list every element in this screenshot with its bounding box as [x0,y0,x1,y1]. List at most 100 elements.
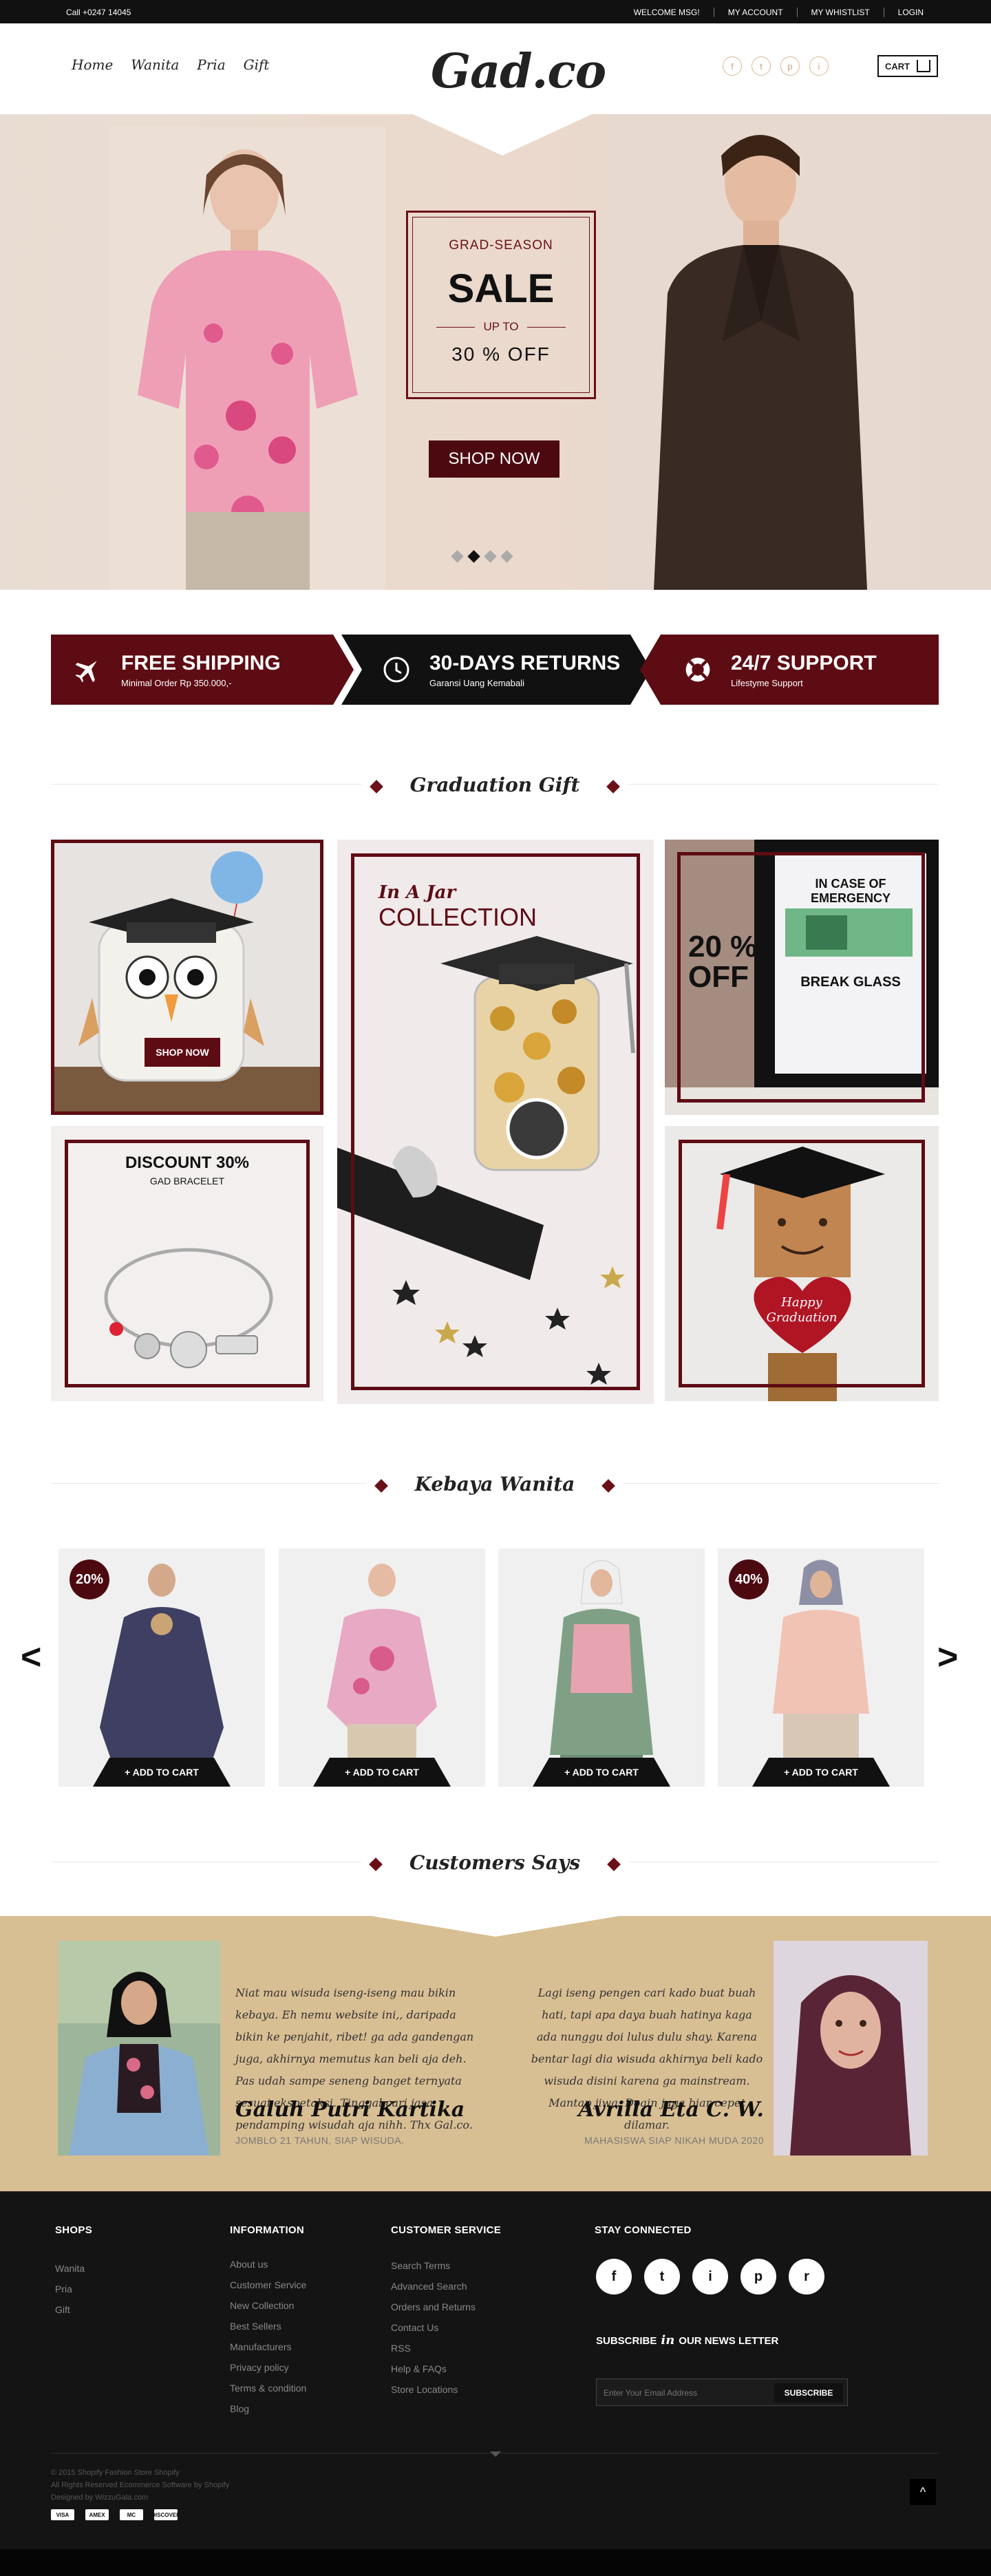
instagram-icon[interactable]: i [692,2259,728,2295]
my-account-link[interactable]: MY ACCOUNT [713,8,797,17]
slide-dot-2[interactable] [467,550,480,563]
welcome-link[interactable]: WELCOME MSG! [620,8,714,17]
add-to-cart-button[interactable]: + ADD TO CART [313,1758,451,1787]
graduation-box-tile[interactable]: Happy Graduation [665,1126,939,1401]
feature-sub: Minimal Order Rp 350.000,- [121,677,232,688]
slide-dot-4[interactable] [500,550,513,563]
newsletter-post: OUR NEWS LETTER [679,2335,779,2347]
feature-free-shipping: FREE SHIPPING Minimal Order Rp 350.000,- [51,635,354,705]
feature-title: 30-DAYS RETURNS [429,651,621,674]
footer-link[interactable]: Search Terms [391,2260,476,2281]
instagram-icon[interactable]: i [809,56,829,76]
copyright: © 2015 Shopify Fashion Store Shopify All… [51,2467,229,2504]
nav-wanita[interactable]: Wanita [131,56,179,73]
testimonials: Niat mau wisuda iseng-iseng mau bikin ke… [0,1916,991,2191]
shopping-bag-icon [917,60,931,72]
hero-banner: GRAD-SEASON SALE UP TO 30 % OFF SHOP NOW [0,114,991,590]
plane-icon [74,656,102,683]
sale-title: SALE [447,266,555,311]
jar-collection-eyebrow: In A Jar [379,882,456,903]
cart-label: CART [884,61,910,72]
discount-badge: 20% [70,1560,109,1599]
back-to-top-button[interactable]: ^ [910,2479,936,2505]
amex-icon: AMEX [85,2509,109,2520]
carousel-next-arrow[interactable]: > [937,1637,958,1678]
bottom-strip [0,2549,991,2576]
footer-link[interactable]: Advanced Search [391,2281,476,2301]
main-nav: Home Wanita Pria Gift [72,56,269,73]
product-card[interactable]: + ADD TO CART [498,1548,705,1787]
add-to-cart-button[interactable]: + ADD TO CART [533,1758,670,1787]
footer-link[interactable]: Contact Us [391,2322,476,2343]
subscribe-button[interactable]: SUBSCRIBE [774,2383,843,2403]
add-to-cart-button[interactable]: + ADD TO CART [752,1758,890,1787]
section-title: Customers Says [361,1851,629,1874]
footer-link[interactable]: About us [230,2259,306,2279]
slide-dot-1[interactable] [451,550,464,563]
footer-link[interactable]: New Collection [230,2300,306,2321]
jar-shop-now-button[interactable]: SHOP NOW [145,1038,220,1067]
footer-link[interactable]: Orders and Returns [391,2301,476,2322]
newsletter-heading: SUBSCRIBE in OUR NEWS LETTER [596,2333,778,2348]
nav-pria[interactable]: Pria [197,56,225,73]
rss-icon[interactable]: r [789,2259,824,2295]
login-link[interactable]: LOGIN [883,8,937,17]
facebook-icon[interactable]: f [723,56,742,76]
twitter-icon[interactable]: t [644,2259,680,2295]
facebook-icon[interactable]: f [596,2259,632,2295]
footer-link[interactable]: Privacy policy [230,2362,306,2383]
product-card[interactable]: 40% + ADD TO CART [718,1548,924,1787]
footer-link[interactable]: Manufacturers [230,2341,306,2362]
footer-link[interactable]: Pria [55,2284,85,2304]
footer-divider-arrow [490,2451,501,2457]
pinterest-icon[interactable]: p [740,2259,776,2295]
footer-link[interactable]: RSS [391,2343,476,2363]
nav-gift[interactable]: Gift [244,56,270,73]
footer-link[interactable]: Wanita [55,2263,85,2284]
footer-link[interactable]: Help & FAQs [391,2363,476,2384]
footer-link[interactable]: Best Sellers [230,2321,306,2341]
twitter-icon[interactable]: t [752,56,771,76]
payment-icons: VISA AMEX MC DISCOVER [51,2509,180,2520]
testimonial-name: Avrilla Eta C. W. [578,2098,764,2122]
footer-link[interactable]: Store Locations [391,2384,476,2405]
pinterest-icon[interactable]: p [780,56,800,76]
feature-sub: Garansi Uang Kemabali [429,677,525,688]
footer-social: f t i p r [596,2259,824,2295]
shops-heading: SHOPS [55,2224,93,2236]
copyright-line: All Rights Reserved Ecommerce Software b… [51,2481,230,2489]
feature-title: FREE SHIPPING [121,651,281,674]
kebaya-heading: Kebaya Wanita [51,1473,939,1495]
sale-percent: 30 % OFF [451,343,551,365]
testimonial-name: Galuh Putri Kartika [235,2098,465,2122]
jar-owl-tile[interactable]: SHOP NOW [51,840,323,1115]
product-card[interactable]: 20% + ADD TO CART [58,1548,265,1787]
carousel-prev-arrow[interactable]: < [21,1637,41,1678]
add-to-cart-button[interactable]: + ADD TO CART [93,1758,231,1787]
slide-dot-3[interactable] [484,550,497,563]
woman-model-image [110,127,385,590]
copyright-line: © 2015 Shopify Fashion Store Shopify [51,2469,180,2477]
cart-button[interactable]: CART [877,55,938,77]
graduation-gift-heading: Graduation Gift [51,774,939,796]
footer-link[interactable]: Gift [55,2304,85,2325]
footer-link[interactable]: Blog [230,2403,306,2424]
top-bar: Call +0247 14045 WELCOME MSG! MY ACCOUNT… [0,0,991,23]
feature-support: 24/7 SUPPORT Lifestyme Support [640,635,939,705]
footer-link[interactable]: Terms & condition [230,2383,306,2403]
footer-link[interactable]: Customer Service [230,2279,306,2300]
emergency-gift-tile[interactable]: IN CASE OF EMERGENCY BREAK GLASS 20 % OF… [665,840,939,1115]
site-logo[interactable]: Gad.co [431,44,606,99]
clock-icon [383,656,410,683]
nav-home[interactable]: Home [72,56,113,73]
hero-shop-now-button[interactable]: SHOP NOW [429,440,560,478]
sale-box: GRAD-SEASON SALE UP TO 30 % OFF [406,211,596,399]
bracelet-tile[interactable]: DISCOUNT 30% GAD BRACELET [51,1126,323,1401]
my-wishlist-link[interactable]: MY WHISTLIST [796,8,884,17]
top-links: WELCOME MSG! MY ACCOUNT MY WHISTLIST LOG… [620,8,937,17]
in-a-jar-collection-tile[interactable]: In A Jar COLLECTION [337,840,654,1404]
email-input[interactable] [604,2385,762,2401]
product-card[interactable]: + ADD TO CART [279,1548,485,1787]
bracelet-discount: DISCOUNT 30% [125,1153,250,1172]
product-image [498,1548,705,1787]
